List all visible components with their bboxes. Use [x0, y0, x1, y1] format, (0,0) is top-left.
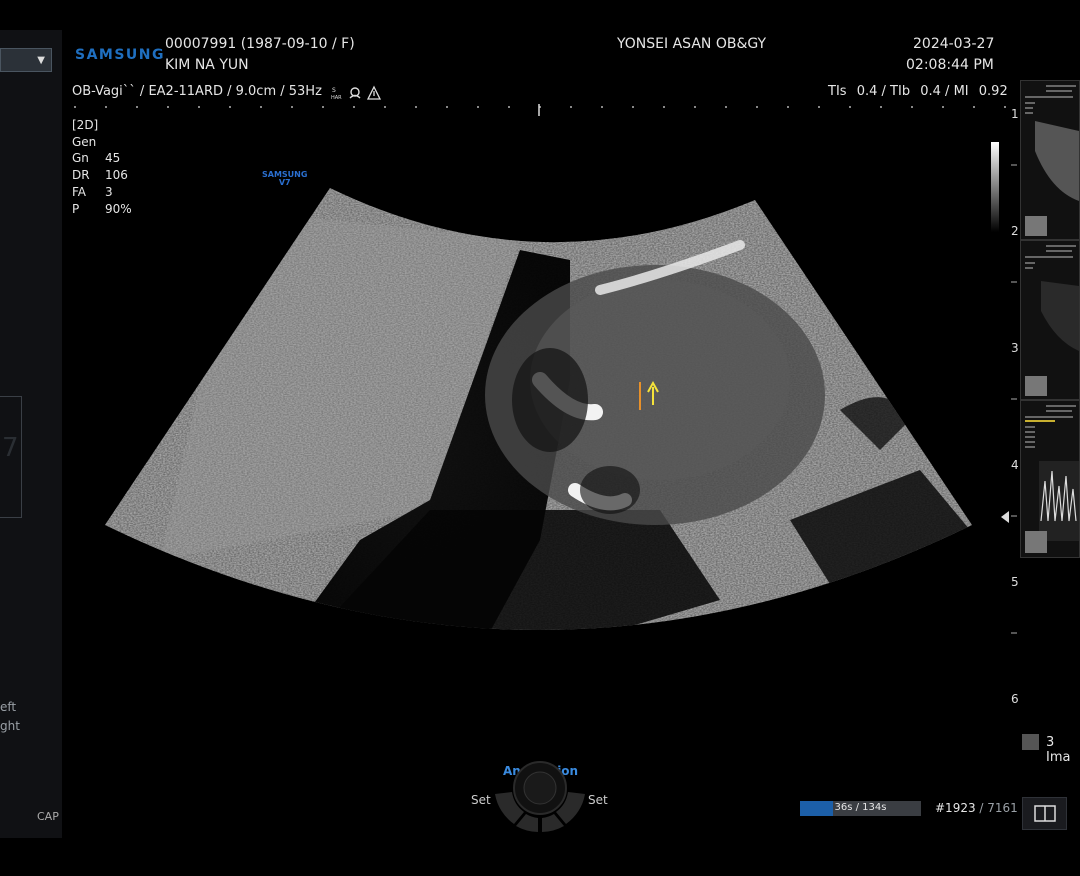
param-key: Gn: [72, 151, 89, 166]
ruler-dot: [415, 106, 417, 108]
ruler-dot: [477, 106, 479, 108]
mi-label: MI: [953, 84, 969, 99]
frame-total: / 7161: [979, 801, 1018, 815]
ruler-dot: [198, 106, 200, 108]
samsung-logo: SAMSUNG: [75, 47, 166, 63]
trackball-widget[interactable]: [490, 752, 590, 836]
preset-dropdown[interactable]: ▼: [0, 48, 52, 72]
thumbnail-3[interactable]: [1020, 400, 1080, 558]
preset-icon-strip: SHAR: [331, 85, 382, 101]
trackball-center: [523, 771, 557, 805]
ruler-dot: [632, 106, 634, 108]
preset-line: OB-Vagi`` / EA2-11ARD / 9.0cm / 53Hz: [72, 84, 322, 99]
ruler-dot: [167, 106, 169, 108]
ruler-dot: [291, 106, 293, 108]
image-count-label: 3 Ima: [1046, 735, 1071, 765]
focus-marker-icon[interactable]: [1000, 510, 1010, 524]
safety-indices: TIs 0.4 / TIb 0.4 / MI 0.92: [828, 84, 1008, 99]
preview-glyph: 7: [2, 433, 19, 463]
lateral-ruler: [74, 104, 1006, 116]
tib-value: 0.4: [920, 84, 941, 99]
ruler-dot: [136, 106, 138, 108]
preset-icons: S HAR: [331, 85, 387, 101]
preset-label: Gen: [72, 134, 97, 149]
ruler-dot: [446, 106, 448, 108]
ruler-dot: [508, 106, 510, 108]
separator: /: [945, 84, 954, 99]
patient-id: 00007991 (1987-09-10 / F): [165, 36, 355, 52]
param-value: 45: [105, 151, 121, 166]
frame-current: #1923: [935, 801, 976, 815]
ruler-dot: [105, 106, 107, 108]
thumbnail-strip: [1020, 80, 1080, 560]
layout-toggle-button[interactable]: [1022, 797, 1067, 830]
grayscale-bar: [991, 142, 999, 232]
thumbnail-content: [1025, 245, 1079, 396]
s-har-icon: SHAR: [331, 87, 342, 101]
ruler-dot: [973, 106, 975, 108]
ruler-dot: [725, 106, 727, 108]
trackball-right-label[interactable]: Set: [588, 793, 608, 807]
param-row: Gn 45: [72, 150, 132, 167]
left-preview-box[interactable]: 7: [0, 396, 22, 518]
frame-counter: #1923 / 7161: [935, 801, 1018, 815]
ruler-dot: [942, 106, 944, 108]
cine-progress-bar[interactable]: 36s / 134s: [800, 801, 921, 816]
depth-ticks: [1011, 164, 1017, 634]
svg-text:HAR: HAR: [331, 95, 342, 101]
exam-date: 2024-03-27: [913, 36, 995, 52]
thumbnail-2[interactable]: [1020, 240, 1080, 400]
ruler-dot: [849, 106, 851, 108]
ruler-dot: [601, 106, 603, 108]
chevron-down-icon: ▼: [37, 55, 45, 66]
mode-label: [2D]: [72, 118, 99, 132]
ruler-dot: [229, 106, 231, 108]
patient-name: KIM NA YUN: [165, 57, 249, 73]
image-count-checkbox[interactable]: [1022, 734, 1039, 750]
institution-name: YONSEI ASAN OB&GY: [617, 36, 767, 52]
left-option-2[interactable]: ght: [0, 719, 20, 733]
ruler-dot: [663, 106, 665, 108]
ruler-dot: [260, 106, 262, 108]
ruler-dot: [322, 106, 324, 108]
tis-label: TIs: [828, 84, 847, 99]
ruler-dot: [384, 106, 386, 108]
exam-time: 02:08:44 PM: [906, 57, 994, 73]
ultrasound-image[interactable]: [100, 180, 980, 670]
ruler-dot: [570, 106, 572, 108]
ruler-dot: [911, 106, 913, 108]
ruler-dot: [880, 106, 882, 108]
ruler-dot: [787, 106, 789, 108]
ruler-dot: [353, 106, 355, 108]
thumbnail-content: [1025, 85, 1079, 236]
depth-scale: 1 2 3 4 5 6: [1005, 105, 1020, 715]
thumbnail-content: [1025, 405, 1079, 553]
ruler-dot: [818, 106, 820, 108]
ruler-dot: [756, 106, 758, 108]
fetus-icon: [349, 87, 361, 99]
separator: /: [881, 84, 891, 99]
cap-label[interactable]: CAP: [37, 810, 59, 823]
tis-value: 0.4: [856, 84, 878, 99]
trackball-left-label[interactable]: Set: [471, 793, 491, 807]
ruler-dot: [74, 106, 76, 108]
split-view-icon: [1034, 805, 1056, 822]
mi-value: 0.92: [978, 84, 1008, 99]
left-option-1[interactable]: eft: [0, 700, 16, 714]
cine-progress-text: 36s / 134s: [834, 802, 887, 813]
ruler-dot: [694, 106, 696, 108]
tib-label: TIb: [890, 84, 911, 99]
alert-triangle-icon: [366, 85, 382, 100]
svg-text:S: S: [332, 87, 336, 94]
thumbnail-1[interactable]: [1020, 80, 1080, 240]
